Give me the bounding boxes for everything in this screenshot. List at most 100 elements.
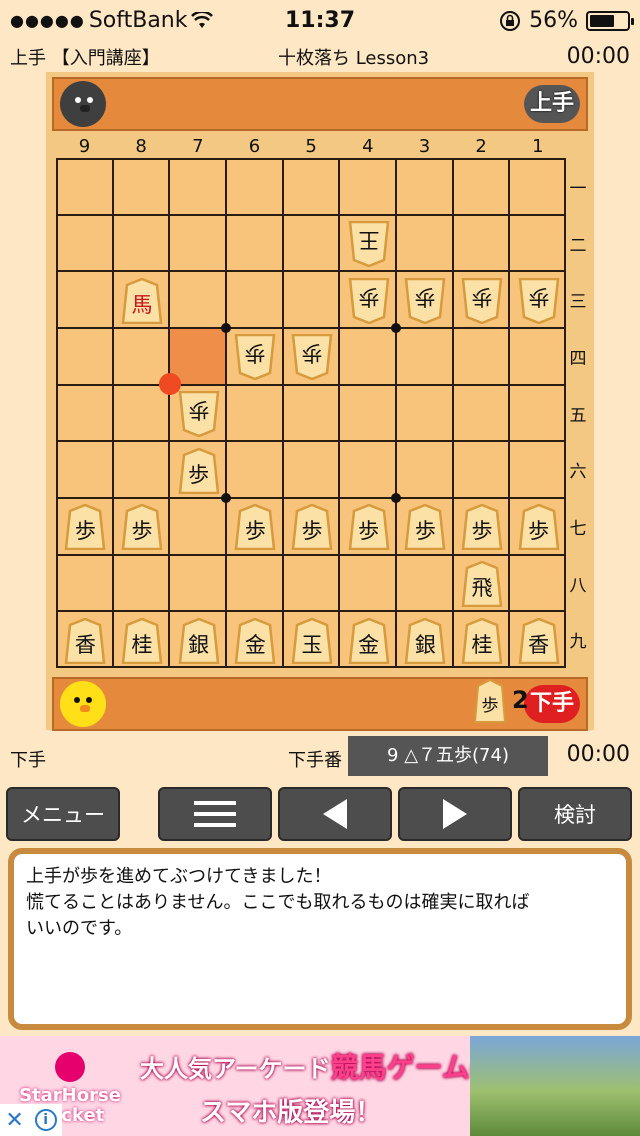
board-square[interactable] — [112, 441, 170, 498]
board-square[interactable] — [226, 271, 283, 328]
hand-piece[interactable]: 歩 — [473, 678, 507, 723]
board-square[interactable] — [56, 158, 113, 215]
board-square[interactable] — [56, 328, 113, 385]
ad-banner[interactable]: StarHorse Pocket 大人気アーケード競馬ゲームの スマホ版登場！ … — [0, 1036, 640, 1136]
board-square[interactable] — [282, 214, 340, 272]
shogi-piece[interactable]: 歩 — [291, 504, 333, 551]
shogi-piece[interactable]: 歩 — [234, 334, 276, 381]
board-square[interactable] — [282, 384, 340, 442]
shogi-piece[interactable]: 歩 — [348, 504, 390, 551]
shogi-piece[interactable]: 歩 — [121, 504, 163, 551]
board-square[interactable] — [509, 158, 566, 215]
piece-label: 歩 — [358, 519, 380, 544]
board-square[interactable] — [56, 441, 113, 498]
board-square[interactable] — [509, 214, 566, 272]
board-square[interactable] — [452, 441, 510, 498]
board-square[interactable] — [282, 554, 340, 612]
board-square[interactable] — [452, 384, 510, 442]
shogi-piece[interactable]: 銀 — [178, 617, 220, 664]
board-square[interactable] — [396, 554, 453, 612]
file-label: 2 — [475, 136, 487, 157]
next-move-button[interactable] — [398, 787, 512, 841]
board-square[interactable] — [112, 214, 170, 272]
shogi-piece[interactable]: 歩 — [64, 504, 106, 551]
shogi-piece[interactable]: 銀 — [404, 617, 446, 664]
board-square[interactable] — [396, 214, 453, 272]
rank-label: 三 — [569, 292, 587, 313]
board-square[interactable] — [339, 441, 396, 498]
board-square[interactable] — [339, 554, 396, 612]
shogi-piece[interactable]: 歩 — [234, 504, 276, 551]
shogi-piece[interactable]: 歩 — [178, 391, 220, 437]
gote-badge: 上手 — [523, 85, 580, 123]
board-square[interactable] — [282, 441, 340, 498]
board-square[interactable] — [112, 554, 170, 612]
rank-label: 八 — [569, 575, 587, 596]
list-button[interactable] — [158, 787, 272, 841]
board-square[interactable] — [509, 328, 566, 385]
shogi-piece[interactable]: 王 — [348, 221, 390, 267]
board-square[interactable] — [169, 214, 226, 272]
shogi-piece[interactable]: 香 — [518, 617, 560, 664]
sente-hand-area[interactable]: 下手 — [52, 677, 588, 731]
shogi-piece[interactable]: 馬 — [121, 277, 163, 324]
shogi-piece[interactable]: 歩 — [461, 277, 503, 324]
close-icon[interactable]: ✕ — [5, 1108, 23, 1133]
board-square[interactable] — [509, 441, 566, 498]
review-button[interactable]: 検討 — [518, 787, 632, 841]
board-square[interactable] — [226, 384, 283, 442]
crow-avatar-icon — [60, 81, 106, 127]
board-square[interactable] — [282, 271, 340, 328]
board-square[interactable] — [56, 554, 113, 612]
shogi-piece[interactable]: 香 — [64, 617, 106, 664]
board-square[interactable] — [56, 384, 113, 442]
piece-label: 馬 — [131, 292, 153, 317]
board-square[interactable] — [226, 441, 283, 498]
board-square[interactable] — [112, 158, 170, 215]
board-square[interactable] — [226, 554, 283, 612]
shogi-piece[interactable]: 金 — [234, 617, 276, 664]
board-square[interactable] — [226, 158, 283, 215]
shogi-piece[interactable]: 歩 — [348, 277, 390, 324]
board-square[interactable] — [339, 158, 396, 215]
board-square[interactable] — [396, 328, 453, 385]
shogi-piece[interactable]: 歩 — [518, 277, 560, 324]
board-square[interactable] — [396, 158, 453, 215]
board-square[interactable] — [226, 214, 283, 272]
board-square[interactable] — [169, 498, 226, 555]
menu-button[interactable]: メニュー — [6, 787, 120, 841]
board-square[interactable] — [396, 384, 453, 442]
rank-label: 九 — [569, 632, 587, 653]
board-square[interactable] — [282, 158, 340, 215]
shogi-piece[interactable]: 歩 — [178, 447, 220, 494]
shogi-piece[interactable]: 歩 — [291, 334, 333, 381]
board-square[interactable] — [509, 384, 566, 442]
shogi-piece[interactable]: 歩 — [518, 504, 560, 551]
shogi-piece[interactable]: 桂 — [121, 617, 163, 664]
board-square[interactable] — [169, 554, 226, 612]
shogi-piece[interactable]: 桂 — [461, 617, 503, 664]
info-icon[interactable]: i — [34, 1109, 57, 1131]
shogi-board[interactable]: 王歩歩歩歩馬歩歩歩歩歩歩歩歩歩歩歩歩飛香桂銀金玉金銀桂香 — [56, 158, 566, 668]
board-square[interactable] — [112, 384, 170, 442]
board-square[interactable] — [169, 158, 226, 215]
board-square[interactable] — [56, 214, 113, 272]
board-square[interactable] — [452, 158, 510, 215]
board-square[interactable] — [339, 328, 396, 385]
previous-move-button[interactable] — [278, 787, 392, 841]
board-square[interactable] — [56, 271, 113, 328]
board-square[interactable] — [509, 554, 566, 612]
board-square[interactable] — [452, 328, 510, 385]
shogi-piece[interactable]: 歩 — [461, 504, 503, 551]
board-square[interactable] — [452, 214, 510, 272]
shogi-piece[interactable]: 歩 — [404, 277, 446, 324]
ad-controls[interactable]: ✕ i — [0, 1104, 62, 1136]
shogi-piece[interactable]: 歩 — [404, 504, 446, 551]
shogi-piece[interactable]: 玉 — [291, 617, 333, 664]
shogi-piece[interactable]: 金 — [348, 617, 390, 664]
shogi-piece[interactable]: 飛 — [461, 561, 503, 607]
board-square[interactable] — [169, 271, 226, 328]
board-square[interactable] — [339, 384, 396, 442]
gote-hand-area[interactable]: 上手 — [52, 77, 588, 131]
board-square[interactable] — [396, 441, 453, 498]
